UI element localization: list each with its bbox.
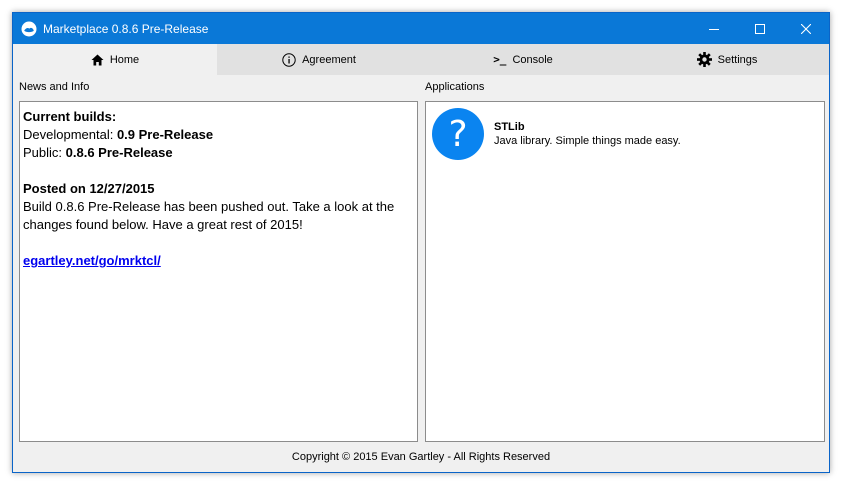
tab-bar: Home Agreement >_ Console Settings xyxy=(13,44,829,75)
console-icon: >_ xyxy=(493,53,507,66)
public-value: 0.8.6 Pre-Release xyxy=(65,145,173,160)
tab-settings[interactable]: Settings xyxy=(625,44,829,75)
window-title: Marketplace 0.8.6 Pre-Release xyxy=(43,21,209,36)
posted-heading: Posted on 12/27/2015 xyxy=(23,181,155,196)
footer-copyright: Copyright © 2015 Evan Gartley - All Righ… xyxy=(291,451,551,463)
news-section-label: News and Info xyxy=(19,81,90,93)
developmental-value: 0.9 Pre-Release xyxy=(116,127,214,142)
applications-panel: ? STLib Java library. Simple things made… xyxy=(425,101,825,442)
close-icon xyxy=(801,23,811,34)
public-label: Public: xyxy=(23,145,63,160)
question-icon: ? xyxy=(432,108,484,160)
news-panel: Current builds: Developmental: 0.9 Pre-R… xyxy=(19,101,418,442)
minimize-icon xyxy=(709,28,719,30)
news-link[interactable]: egartley.net/go/mrktcl/ xyxy=(23,253,161,268)
app-logo-icon xyxy=(21,21,37,36)
app-description: Java library. Simple things made easy. xyxy=(494,135,681,147)
app-window: Marketplace 0.8.6 Pre-Release Home Agree… xyxy=(12,12,830,473)
gear-icon xyxy=(696,52,712,67)
close-button[interactable] xyxy=(783,13,829,44)
tab-console[interactable]: >_ Console xyxy=(421,44,625,75)
app-name: STLib xyxy=(494,121,525,133)
tab-agreement-label: Agreement xyxy=(302,53,356,66)
app-list-item[interactable]: ? STLib Java library. Simple things made… xyxy=(432,108,824,160)
news-body-line-1: Build 0.8.6 Pre-Release has been pushed … xyxy=(23,199,395,214)
title-bar[interactable]: Marketplace 0.8.6 Pre-Release xyxy=(13,13,829,44)
tab-settings-label: Settings xyxy=(717,53,758,66)
current-builds-heading: Current builds: xyxy=(23,109,117,124)
tab-console-label: Console xyxy=(512,53,553,66)
news-body-line-2: changes found below. Have a great rest o… xyxy=(23,217,303,232)
minimize-button[interactable] xyxy=(691,13,737,44)
tab-home-label: Home xyxy=(109,53,140,66)
home-icon xyxy=(91,54,104,66)
tab-agreement[interactable]: Agreement xyxy=(217,44,421,75)
developmental-label: Developmental: xyxy=(23,127,114,142)
applications-section-label: Applications xyxy=(425,81,485,93)
maximize-button[interactable] xyxy=(737,13,783,44)
maximize-icon xyxy=(755,23,765,34)
info-icon xyxy=(282,52,296,67)
tab-home[interactable]: Home xyxy=(13,44,217,75)
